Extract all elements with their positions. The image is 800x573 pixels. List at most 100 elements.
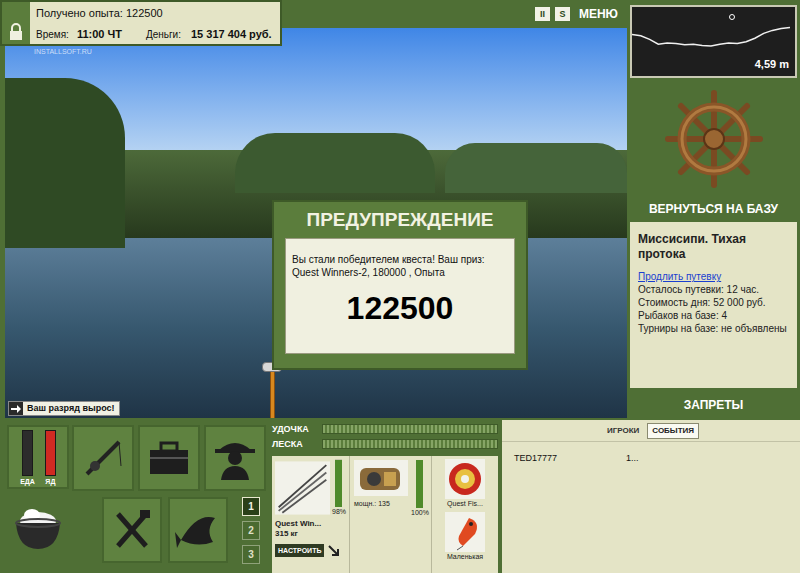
- gauge-label: ЯД: [45, 477, 55, 487]
- tension-track: [322, 424, 498, 434]
- game-screen: II S МЕНЮ 4,59 m: [0, 0, 800, 573]
- knife-fork-icon[interactable]: [110, 508, 154, 552]
- lure-icon: [445, 512, 485, 552]
- gauge-fill: [46, 431, 55, 475]
- tackle-button[interactable]: [72, 425, 134, 491]
- base-info-list: Осталось путевки: 12 час.Стоимость дня: …: [638, 283, 789, 335]
- warning-dialog: ПРЕДУПРЕЖДЕНИЕ Вы стали победителем квес…: [272, 200, 528, 370]
- fish-icon[interactable]: [175, 510, 221, 550]
- dialog-title: ПРЕДУПРЕЖДЕНИЕ: [274, 202, 526, 238]
- slot-button[interactable]: 3: [242, 545, 260, 564]
- location-title: Миссисипи. Тихая протока: [638, 232, 789, 270]
- gauge: ЕДА: [20, 430, 35, 487]
- feed-tab[interactable]: СОБЫТИЯ: [647, 423, 699, 439]
- rod-load: 315 кг: [275, 529, 346, 539]
- eat-button[interactable]: [102, 497, 162, 563]
- lure-slot[interactable]: Маленькая: [435, 512, 495, 562]
- reel-slot[interactable]: мощн.: 135 100%: [350, 456, 432, 573]
- base-info-line: Осталось путевки: 12 час.: [638, 283, 789, 296]
- arrow-icon: [11, 405, 21, 413]
- tree: [5, 78, 125, 248]
- tackle-slots: 98% Quest Win... 315 кг НАСТРОИТЬ: [272, 456, 498, 573]
- menu-button[interactable]: МЕНЮ: [579, 5, 618, 23]
- menu-button[interactable]: S: [555, 7, 570, 21]
- reel-wear: 100%: [411, 508, 429, 518]
- rod-wear-track: [335, 459, 342, 507]
- money: 15 317 404 руб.: [191, 26, 272, 43]
- tension-bars: УДОЧКА ЛЕСКА: [272, 423, 498, 453]
- dialog-value: 122500: [292, 289, 508, 327]
- reel-power: мощн.: 135: [354, 499, 408, 509]
- lure-name: Маленькая: [447, 552, 483, 562]
- setup-button[interactable]: НАСТРОИТЬ: [275, 544, 324, 557]
- rod-slot[interactable]: 98% Quest Win... 315 кг НАСТРОИТЬ: [272, 456, 350, 573]
- feed-tabs: ИГРОКИ СОБЫТИЯ: [502, 420, 800, 442]
- fisherman-icon[interactable]: [213, 434, 257, 482]
- lock-icon[interactable]: [8, 23, 24, 41]
- rod-wear: 98%: [332, 507, 346, 517]
- line-spool-icon: [445, 459, 485, 499]
- gauges: ЕДА ЯД: [7, 425, 69, 489]
- fisherman-button[interactable]: [204, 425, 266, 491]
- reel-wear-track: [416, 460, 423, 508]
- depth-map: 4,59 m: [630, 5, 797, 78]
- experience: Получено опыта: 122500: [36, 2, 280, 24]
- player-value: 1...: [626, 452, 639, 464]
- boat-marker: [730, 15, 735, 20]
- cauldron-icon[interactable]: [12, 503, 64, 553]
- gauge-label: ЕДА: [20, 477, 35, 487]
- ship-wheel-icon[interactable]: [664, 89, 764, 189]
- dialog-message: Вы стали победителем квеста! Ваш приз: Q…: [292, 253, 508, 279]
- watermark: INSTALLSOFT.RU: [34, 47, 92, 58]
- notification-text: Ваш разряд вырос!: [23, 402, 119, 415]
- menu-button[interactable]: II: [535, 7, 550, 21]
- extend-link[interactable]: Продлить путевку: [638, 270, 789, 283]
- slot-button[interactable]: 2: [242, 521, 260, 540]
- tackle-box-button[interactable]: [138, 425, 200, 491]
- notification[interactable]: Ваш разряд вырос!: [8, 401, 120, 416]
- arrow-icon[interactable]: [328, 545, 340, 557]
- rod-wear-fill: [335, 460, 342, 507]
- player-name: TED17777: [514, 452, 626, 464]
- player-row[interactable]: TED177771...: [514, 452, 788, 464]
- cauldron-button[interactable]: [7, 493, 69, 563]
- hud: Получено опыта: 122500 Время: 11:00 ЧТ Д…: [0, 0, 282, 46]
- line-name: Quest Fis...: [447, 499, 483, 509]
- base-info-line: Турниры на базе: не объявлены: [638, 322, 789, 335]
- gauge-color: [46, 431, 55, 475]
- return-button[interactable]: [630, 78, 797, 200]
- feed-panel: ИГРОКИ СОБЫТИЯ TED177771...: [502, 420, 800, 573]
- base-info-line: Стоимость дня: 52 000 руб.: [638, 296, 789, 309]
- tackle-box-icon[interactable]: [146, 438, 192, 478]
- rod-icon[interactable]: [81, 436, 125, 480]
- feed-tab[interactable]: ИГРОКИ: [603, 424, 643, 438]
- catch-button[interactable]: [168, 497, 228, 563]
- gauge-track: [45, 430, 56, 476]
- tension-label: УДОЧКА: [272, 423, 322, 435]
- depth-reading: 4,59 m: [755, 56, 789, 73]
- gauge: ЯД: [45, 430, 56, 487]
- slot-button[interactable]: 1: [242, 497, 260, 516]
- return-label[interactable]: ВЕРНУТЬСЯ НА БАЗУ: [630, 200, 797, 222]
- line-slot[interactable]: Quest Fis...: [435, 459, 495, 509]
- base-info: Миссисипи. Тихая протока Продлить путевк…: [630, 222, 797, 388]
- base-info-line: Рыбаков на базе: 4: [638, 309, 789, 322]
- tree: [445, 143, 627, 193]
- time-label: Время:: [36, 27, 69, 42]
- reel-wear-fill: [416, 460, 423, 508]
- rod-name: Quest Win...: [275, 519, 346, 529]
- tension-row: ЛЕСКА: [272, 438, 498, 450]
- gauge-track: [22, 430, 33, 476]
- bans-button[interactable]: ЗАПРЕТЫ: [630, 388, 797, 414]
- tension-track: [322, 439, 498, 449]
- time: 11:00 ЧТ: [77, 26, 122, 43]
- fishing-rod[interactable]: [262, 362, 282, 418]
- dialog-body: Вы стали победителем квеста! Ваш приз: Q…: [285, 238, 515, 354]
- reel-icon: [354, 460, 408, 496]
- tension-label: ЛЕСКА: [272, 438, 322, 450]
- tension-row: УДОЧКА: [272, 423, 498, 435]
- players-list: TED177771...: [502, 442, 800, 464]
- rod-icon: [275, 459, 330, 517]
- slot-buttons: 1 2 3: [242, 497, 260, 564]
- money-label: Деньги:: [146, 27, 181, 42]
